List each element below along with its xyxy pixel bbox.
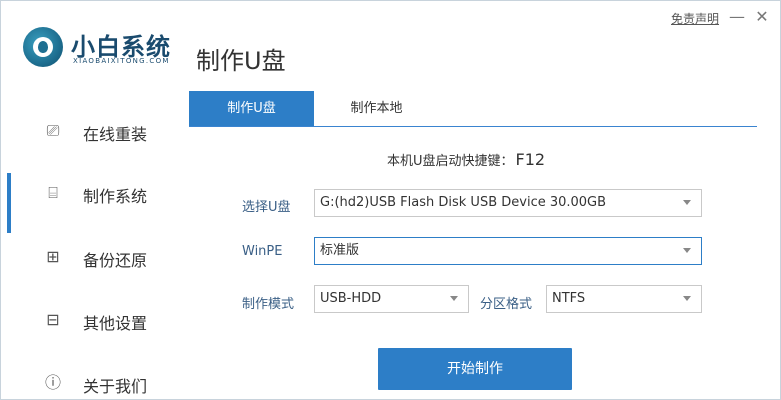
start-button[interactable]: 开始制作 bbox=[378, 348, 572, 390]
hotkey-label: 本机U盘启动快捷键： bbox=[387, 154, 514, 169]
chevron-down-icon bbox=[450, 296, 458, 301]
mode-select[interactable]: USB-HDD bbox=[314, 285, 469, 313]
usb-select-value: G:(hd2)USB Flash Disk USB Device 30.00GB bbox=[320, 195, 607, 210]
sidebar-item-label: 关于我们 bbox=[83, 377, 148, 396]
page-title: 制作U盘 bbox=[196, 47, 286, 75]
minimize-button[interactable]: — bbox=[728, 8, 746, 26]
close-button[interactable]: ✕ bbox=[753, 8, 771, 26]
mode-select-label: 制作模式 bbox=[242, 297, 295, 312]
tab-make-usb[interactable]: 制作U盘 bbox=[189, 91, 314, 126]
backup-grid-icon: ⊞ bbox=[46, 247, 60, 266]
sidebar-item-label: 其他设置 bbox=[83, 314, 148, 333]
hotkey-info: 本机U盘启动快捷键： F12 bbox=[387, 150, 545, 169]
sidebar-item-label: 制作系统 bbox=[83, 187, 148, 206]
chevron-down-icon bbox=[683, 200, 691, 205]
sidebar-item-label: 在线重装 bbox=[83, 125, 148, 144]
monitor-icon: ⎚ bbox=[46, 121, 60, 140]
tab-bar: 制作U盘 制作本地 bbox=[189, 91, 757, 127]
sidebar-item-other-settings[interactable]: ⊟ 其他设置 bbox=[1, 300, 189, 340]
chevron-down-icon bbox=[683, 296, 691, 301]
mode-select-value: USB-HDD bbox=[320, 291, 382, 306]
sidebar-item-make-system[interactable]: ⌸ 制作系统 bbox=[1, 173, 189, 233]
logo-subtitle: XIAOBAIXITONG.COM bbox=[73, 57, 170, 65]
sidebar-item-about-us[interactable]: ⓘ 关于我们 bbox=[1, 363, 189, 399]
app-logo: 小白系统 XIAOBAIXITONG.COM bbox=[21, 23, 191, 73]
tab-make-local[interactable]: 制作本地 bbox=[314, 91, 439, 126]
briefcase-icon: ⊟ bbox=[46, 310, 60, 329]
disclaimer-link[interactable]: 免责声明 bbox=[671, 10, 719, 27]
app-window: 免责声明 — ✕ 小白系统 XIAOBAIXITONG.COM 制作U盘 ⎚ 在… bbox=[0, 0, 781, 400]
usb-select[interactable]: G:(hd2)USB Flash Disk USB Device 30.00GB bbox=[314, 189, 702, 217]
winpe-select[interactable]: 标准版 bbox=[314, 237, 702, 265]
partition-select-label: 分区格式 bbox=[480, 297, 533, 312]
usb-drive-icon: ⌸ bbox=[48, 183, 58, 202]
chevron-down-icon bbox=[683, 248, 691, 253]
winpe-select-value: 标准版 bbox=[320, 243, 360, 258]
sidebar-item-label: 备份还原 bbox=[83, 251, 148, 270]
winpe-select-label: WinPE bbox=[242, 244, 283, 259]
hotkey-key: F12 bbox=[515, 150, 546, 169]
sidebar: ⎚ 在线重装 ⌸ 制作系统 ⊞ 备份还原 ⊟ 其他设置 ⓘ 关于我们 bbox=[1, 96, 189, 399]
usb-select-label: 选择U盘 bbox=[242, 200, 291, 215]
sidebar-item-online-reinstall[interactable]: ⎚ 在线重装 bbox=[1, 111, 189, 151]
sidebar-item-backup-restore[interactable]: ⊞ 备份还原 bbox=[1, 237, 189, 277]
info-icon: ⓘ bbox=[44, 373, 61, 392]
partition-select-value: NTFS bbox=[552, 291, 586, 306]
logo-icon bbox=[23, 27, 63, 67]
partition-select[interactable]: NTFS bbox=[546, 285, 702, 313]
